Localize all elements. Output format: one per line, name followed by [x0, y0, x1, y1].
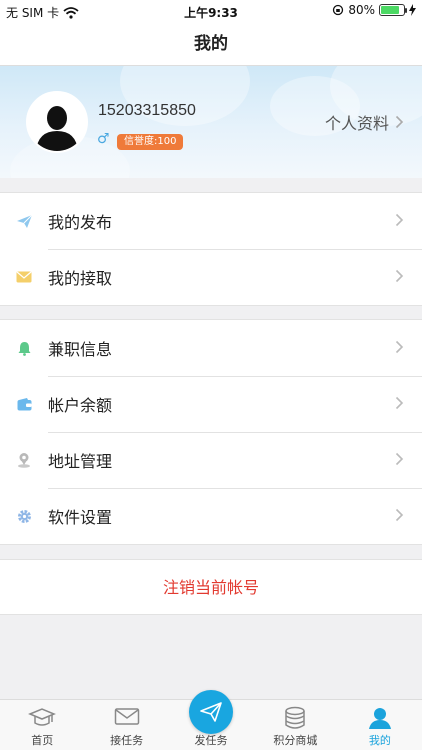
battery-percent: 80%	[348, 3, 375, 17]
chevron-right-icon	[395, 396, 404, 410]
menu-item-address-management[interactable]: 地址管理	[0, 432, 422, 488]
tab-label: 首页	[31, 734, 54, 747]
tab-label: 发任务	[194, 734, 228, 747]
user-phone: 15203315850	[98, 102, 196, 119]
graduation-cap-icon	[28, 708, 57, 726]
credit-badge: 信誉度:100	[117, 134, 184, 150]
tab-mine[interactable]: 我的	[338, 700, 422, 750]
chevron-right-icon	[395, 508, 404, 522]
avatar[interactable]	[26, 91, 88, 153]
chevron-right-icon	[395, 213, 404, 227]
rotation-lock-icon	[333, 4, 344, 16]
battery-icon	[379, 4, 407, 16]
chevron-right-icon	[395, 340, 404, 354]
menu-item-label: 我的发布	[48, 213, 113, 232]
publish-task-fab[interactable]	[189, 690, 234, 734]
tab-bar: 首页 接任务 发任务 积分商城 我的	[0, 690, 422, 750]
tab-home[interactable]: 首页	[0, 700, 84, 750]
gear-icon	[0, 509, 48, 524]
envelope-icon	[0, 271, 48, 283]
logout-button[interactable]: 注销当前帐号	[0, 559, 422, 615]
tab-receive-task[interactable]: 接任务	[84, 700, 168, 750]
menu-group-account: 兼职信息 帐户余额 地址管理 软件设置	[0, 319, 422, 545]
gender-male-icon: ♂	[97, 131, 110, 147]
tab-label: 接任务	[110, 734, 144, 747]
paper-plane-icon	[0, 214, 48, 229]
coins-stack-icon	[285, 706, 306, 729]
profile-header[interactable]: 15203315850 ♂ 信誉度:100 个人资料	[0, 66, 422, 178]
tab-label: 我的	[368, 734, 391, 747]
status-bar: 无 SIM 卡 上午9:33 80%	[0, 0, 422, 22]
user-icon	[368, 708, 391, 729]
tab-publish-task[interactable]: 发任务	[169, 690, 253, 750]
menu-item-my-accepted[interactable]: 我的接取	[0, 249, 422, 305]
menu-item-my-published[interactable]: 我的发布	[0, 193, 422, 249]
profile-link[interactable]: 个人资料	[325, 110, 404, 134]
menu-item-part-time-info[interactable]: 兼职信息	[0, 320, 422, 376]
menu-item-label: 地址管理	[48, 452, 113, 471]
chevron-right-icon	[395, 269, 404, 283]
menu-item-app-settings[interactable]: 软件设置	[0, 488, 422, 544]
bell-icon	[0, 341, 48, 356]
chevron-right-icon	[395, 452, 404, 466]
tab-points-mall[interactable]: 积分商城	[253, 700, 337, 750]
menu-item-label: 兼职信息	[48, 340, 113, 359]
charging-icon	[409, 4, 416, 16]
menu-group-tasks: 我的发布 我的接取	[0, 192, 422, 306]
menu-item-account-balance[interactable]: 帐户余额	[0, 376, 422, 432]
envelope-icon	[114, 708, 139, 725]
menu-item-label: 帐户余额	[48, 396, 113, 415]
wallet-icon	[0, 397, 48, 411]
profile-link-label: 个人资料	[324, 114, 389, 133]
page-title: 我的	[0, 22, 422, 66]
menu-item-label: 我的接取	[48, 269, 113, 288]
chevron-right-icon	[395, 115, 404, 129]
tab-label: 积分商城	[273, 734, 318, 747]
paper-plane-icon	[200, 702, 222, 722]
default-avatar-icon	[36, 106, 78, 151]
location-pin-icon	[0, 452, 48, 468]
menu-item-label: 软件设置	[48, 508, 113, 527]
